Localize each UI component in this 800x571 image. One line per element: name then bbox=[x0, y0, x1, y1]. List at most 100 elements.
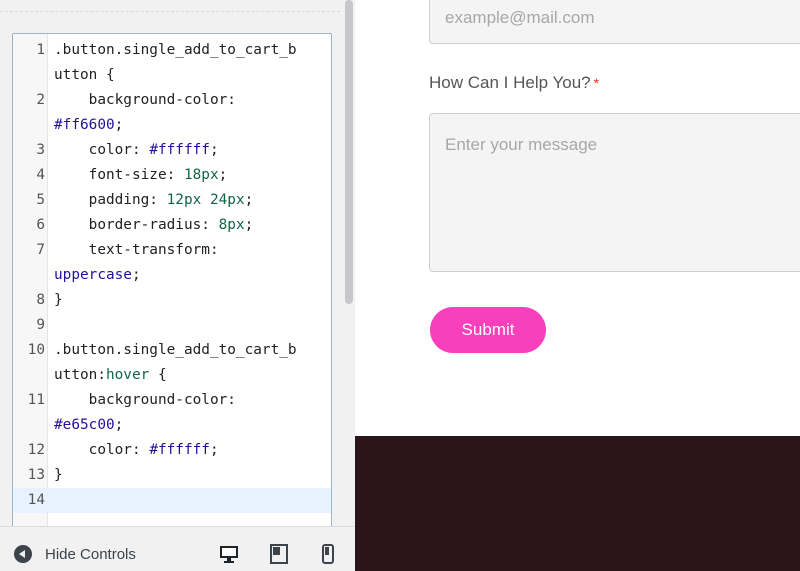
code-token: #ffffff bbox=[149, 142, 210, 158]
mobile-icon bbox=[322, 544, 334, 564]
site-preview: example@mail.com How Can I Help You? * En… bbox=[355, 0, 800, 436]
code-text: padding: 12px 24px; bbox=[54, 188, 254, 213]
code-text: #e65c00; bbox=[54, 413, 123, 438]
code-token: ; bbox=[209, 142, 219, 158]
code-text: #ff6600; bbox=[54, 113, 123, 138]
code-token: ; bbox=[244, 192, 254, 208]
code-token: #e65c00 bbox=[54, 417, 115, 433]
line-number: 3 bbox=[36, 142, 45, 158]
hide-controls-button[interactable]: Hide Controls bbox=[45, 546, 136, 563]
code-token: 8px bbox=[218, 217, 245, 233]
code-text: .button.single_add_to_cart_b bbox=[54, 338, 297, 363]
code-token: background-color: bbox=[54, 392, 236, 408]
arrow-left-circle-icon[interactable] bbox=[14, 545, 32, 563]
code-text: .button.single_add_to_cart_b bbox=[54, 38, 297, 63]
message-placeholder: Enter your message bbox=[445, 135, 598, 154]
css-code-editor[interactable]: 1 .button.single_add_to_cart_b utton {2 ba… bbox=[12, 33, 332, 539]
customizer-panel: 1 .button.single_add_to_cart_b utton {2 ba… bbox=[0, 0, 355, 571]
code-token: padding: bbox=[54, 192, 167, 208]
code-line[interactable]: 13} bbox=[13, 463, 331, 488]
line-number: 14 bbox=[27, 492, 45, 508]
code-line[interactable]: 1 .button.single_add_to_cart_b bbox=[13, 38, 331, 63]
code-line[interactable]: 2 background-color: bbox=[13, 88, 331, 113]
line-number: 5 bbox=[36, 192, 45, 208]
code-token: ; bbox=[244, 217, 254, 233]
required-indicator: * bbox=[593, 75, 600, 91]
code-token: utton: bbox=[54, 367, 106, 383]
line-number: 10 bbox=[27, 342, 45, 358]
code-token: ; bbox=[114, 417, 124, 433]
section-divider bbox=[0, 11, 340, 12]
tablet-preview-button[interactable] bbox=[268, 543, 290, 565]
site-footer bbox=[355, 436, 800, 571]
code-line[interactable]: 11 background-color: bbox=[13, 388, 331, 413]
code-token: ; bbox=[218, 167, 228, 183]
code-token: utton { bbox=[54, 67, 115, 83]
code-text: font-size: 18px; bbox=[54, 163, 228, 188]
line-number: 9 bbox=[36, 317, 45, 333]
desktop-preview-button[interactable] bbox=[218, 543, 240, 565]
code-line[interactable]: 4 font-size: 18px; bbox=[13, 163, 331, 188]
code-token: hover bbox=[105, 367, 150, 383]
line-number: 12 bbox=[27, 442, 45, 458]
code-token: background-color: bbox=[54, 92, 236, 108]
code-text: color: #ffffff; bbox=[54, 138, 219, 163]
code-token: uppercase bbox=[54, 267, 132, 283]
code-line[interactable]: 9 bbox=[13, 313, 331, 338]
panel-scrollbar-thumb[interactable] bbox=[345, 0, 353, 304]
line-number: 2 bbox=[36, 92, 45, 108]
code-line[interactable]: #ff6600; bbox=[13, 113, 331, 138]
code-line[interactable]: utton { bbox=[13, 63, 331, 88]
code-token: 12px 24px bbox=[166, 192, 245, 208]
code-line[interactable]: #e65c00; bbox=[13, 413, 331, 438]
line-number: 13 bbox=[27, 467, 45, 483]
code-line[interactable]: uppercase; bbox=[13, 263, 331, 288]
code-line[interactable]: 5 padding: 12px 24px; bbox=[13, 188, 331, 213]
code-token: .button.single_add_to_cart_b bbox=[54, 42, 297, 58]
code-text: } bbox=[54, 288, 63, 313]
message-label-text: How Can I Help You? bbox=[429, 73, 591, 92]
code-line[interactable]: utton:hover { bbox=[13, 363, 331, 388]
code-token: { bbox=[149, 367, 167, 383]
mobile-preview-button[interactable] bbox=[317, 543, 339, 565]
message-textarea[interactable]: Enter your message bbox=[429, 113, 800, 272]
code-token: #ffffff bbox=[149, 442, 210, 458]
code-line[interactable]: 14 bbox=[13, 488, 331, 513]
desktop-icon bbox=[220, 546, 238, 563]
code-text: background-color: bbox=[54, 88, 236, 113]
code-token: color: bbox=[54, 142, 150, 158]
code-token: font-size: bbox=[54, 167, 184, 183]
line-number: 4 bbox=[36, 167, 45, 183]
code-text: color: #ffffff; bbox=[54, 438, 219, 463]
code-line[interactable]: 7 text-transform: bbox=[13, 238, 331, 263]
code-line[interactable]: 6 border-radius: 8px; bbox=[13, 213, 331, 238]
line-number: 8 bbox=[36, 292, 45, 308]
code-text: } bbox=[54, 463, 63, 488]
code-line[interactable]: 10 .button.single_add_to_cart_b bbox=[13, 338, 331, 363]
code-token: } bbox=[54, 467, 63, 483]
code-text: text-transform: bbox=[54, 238, 219, 263]
line-number: 11 bbox=[27, 392, 45, 408]
submit-button[interactable]: Submit bbox=[430, 307, 546, 353]
tablet-icon bbox=[270, 544, 288, 564]
line-number: 1 bbox=[36, 42, 45, 58]
code-text: utton:hover { bbox=[54, 363, 167, 388]
email-placeholder: example@mail.com bbox=[445, 8, 595, 27]
line-number: 6 bbox=[36, 217, 45, 233]
code-token: ; bbox=[114, 117, 124, 133]
code-text: utton { bbox=[54, 63, 115, 88]
code-token: text-transform: bbox=[54, 242, 219, 258]
code-line[interactable]: 8} bbox=[13, 288, 331, 313]
code-line[interactable]: 3 color: #ffffff; bbox=[13, 138, 331, 163]
code-token: border-radius: bbox=[54, 217, 219, 233]
code-text: border-radius: 8px; bbox=[54, 213, 254, 238]
code-token: } bbox=[54, 292, 63, 308]
email-field[interactable]: example@mail.com bbox=[429, 0, 800, 44]
code-token: ; bbox=[209, 442, 219, 458]
code-token: 18px bbox=[183, 167, 219, 183]
code-line[interactable]: 12 color: #ffffff; bbox=[13, 438, 331, 463]
code-token: ; bbox=[131, 267, 141, 283]
code-token: #ff6600 bbox=[54, 117, 115, 133]
code-token: .button.single_add_to_cart_b bbox=[54, 342, 297, 358]
code-text: background-color: bbox=[54, 388, 236, 413]
